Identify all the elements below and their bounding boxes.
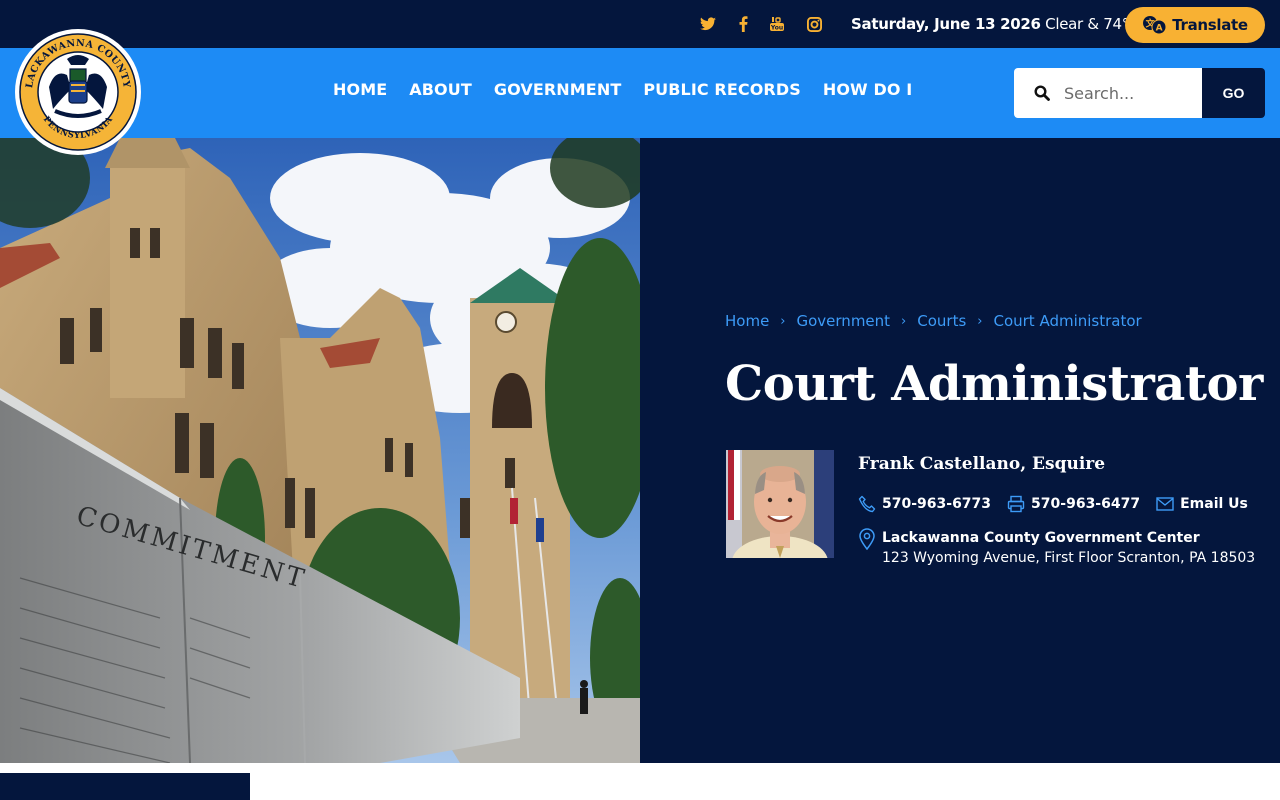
- map-pin-icon: [859, 528, 875, 550]
- svg-text:You: You: [770, 25, 783, 32]
- page-title: Court Administrator: [725, 356, 1263, 412]
- address-line: 123 Wyoming Avenue, First Floor Scranton…: [882, 550, 1256, 566]
- nav-government[interactable]: GOVERNMENT: [494, 80, 621, 99]
- breadcrumb: Home › Government › Courts › Court Admin…: [725, 312, 1142, 330]
- nav-how-do-i[interactable]: HOW DO I: [823, 80, 912, 99]
- svg-text:A: A: [1156, 24, 1163, 34]
- weather-text: Clear & 74°: [1045, 15, 1129, 33]
- search-go-button[interactable]: GO: [1202, 68, 1265, 118]
- nav-home[interactable]: HOME: [333, 80, 387, 99]
- chevron-right-icon: ›: [901, 313, 907, 329]
- twitter-icon[interactable]: [698, 14, 718, 34]
- email-link[interactable]: Email Us: [1156, 496, 1248, 512]
- nav-public-records[interactable]: PUBLIC RECORDS: [643, 80, 801, 99]
- phone-icon: [858, 495, 876, 513]
- current-date: Saturday, June 13 2026: [851, 15, 1041, 33]
- courthouse-photo: COMMITMENT: [0, 138, 640, 763]
- fax-number: 570-963-6477: [1031, 496, 1141, 512]
- translate-icon: 文 A: [1143, 16, 1167, 35]
- translate-label: Translate: [1172, 16, 1248, 34]
- youtube-icon[interactable]: You: [767, 14, 787, 34]
- date-weather: Saturday, June 13 2026 Clear & 74°: [851, 15, 1129, 33]
- translate-button[interactable]: 文 A Translate: [1125, 7, 1265, 43]
- instagram-icon[interactable]: [804, 14, 824, 34]
- breadcrumb-government[interactable]: Government: [797, 312, 891, 330]
- facebook-icon[interactable]: [733, 14, 753, 34]
- phone-number: 570-963-6773: [882, 496, 992, 512]
- email-label: Email Us: [1180, 496, 1248, 512]
- contact-row: 570-963-6773 570-963-6477 Email Us: [858, 495, 1264, 513]
- person-name: Frank Castellano, Esquire: [858, 454, 1106, 474]
- county-seal-logo[interactable]: LACKAWANNA COUNTY PENNSYLVANIA: [15, 29, 141, 155]
- fax-link[interactable]: 570-963-6477: [1007, 495, 1140, 513]
- person-portrait: [726, 450, 834, 558]
- chevron-right-icon: ›: [977, 313, 983, 329]
- address-title: Lackawanna County Government Center: [882, 530, 1200, 546]
- content-section-tab: [0, 773, 250, 800]
- nav-about[interactable]: ABOUT: [409, 80, 472, 99]
- breadcrumb-courts[interactable]: Courts: [917, 312, 966, 330]
- top-utility-bar: You Saturday, June 13 2026 Clear & 74° 文…: [0, 0, 1280, 48]
- hero-info-panel: Home › Government › Courts › Court Admin…: [640, 138, 1280, 763]
- fax-icon: [1007, 495, 1025, 513]
- breadcrumb-home[interactable]: Home: [725, 312, 769, 330]
- search-box: [1014, 68, 1202, 118]
- envelope-icon: [1156, 497, 1174, 511]
- phone-link[interactable]: 570-963-6773: [858, 495, 991, 513]
- primary-nav: HOME ABOUT GOVERNMENT PUBLIC RECORDS HOW…: [333, 80, 912, 99]
- search-input[interactable]: [1064, 83, 1194, 103]
- address-block: Lackawanna County Government Center 123 …: [858, 528, 1255, 568]
- chevron-right-icon: ›: [780, 313, 786, 329]
- breadcrumb-current[interactable]: Court Administrator: [993, 312, 1141, 330]
- search-icon: [1034, 85, 1050, 101]
